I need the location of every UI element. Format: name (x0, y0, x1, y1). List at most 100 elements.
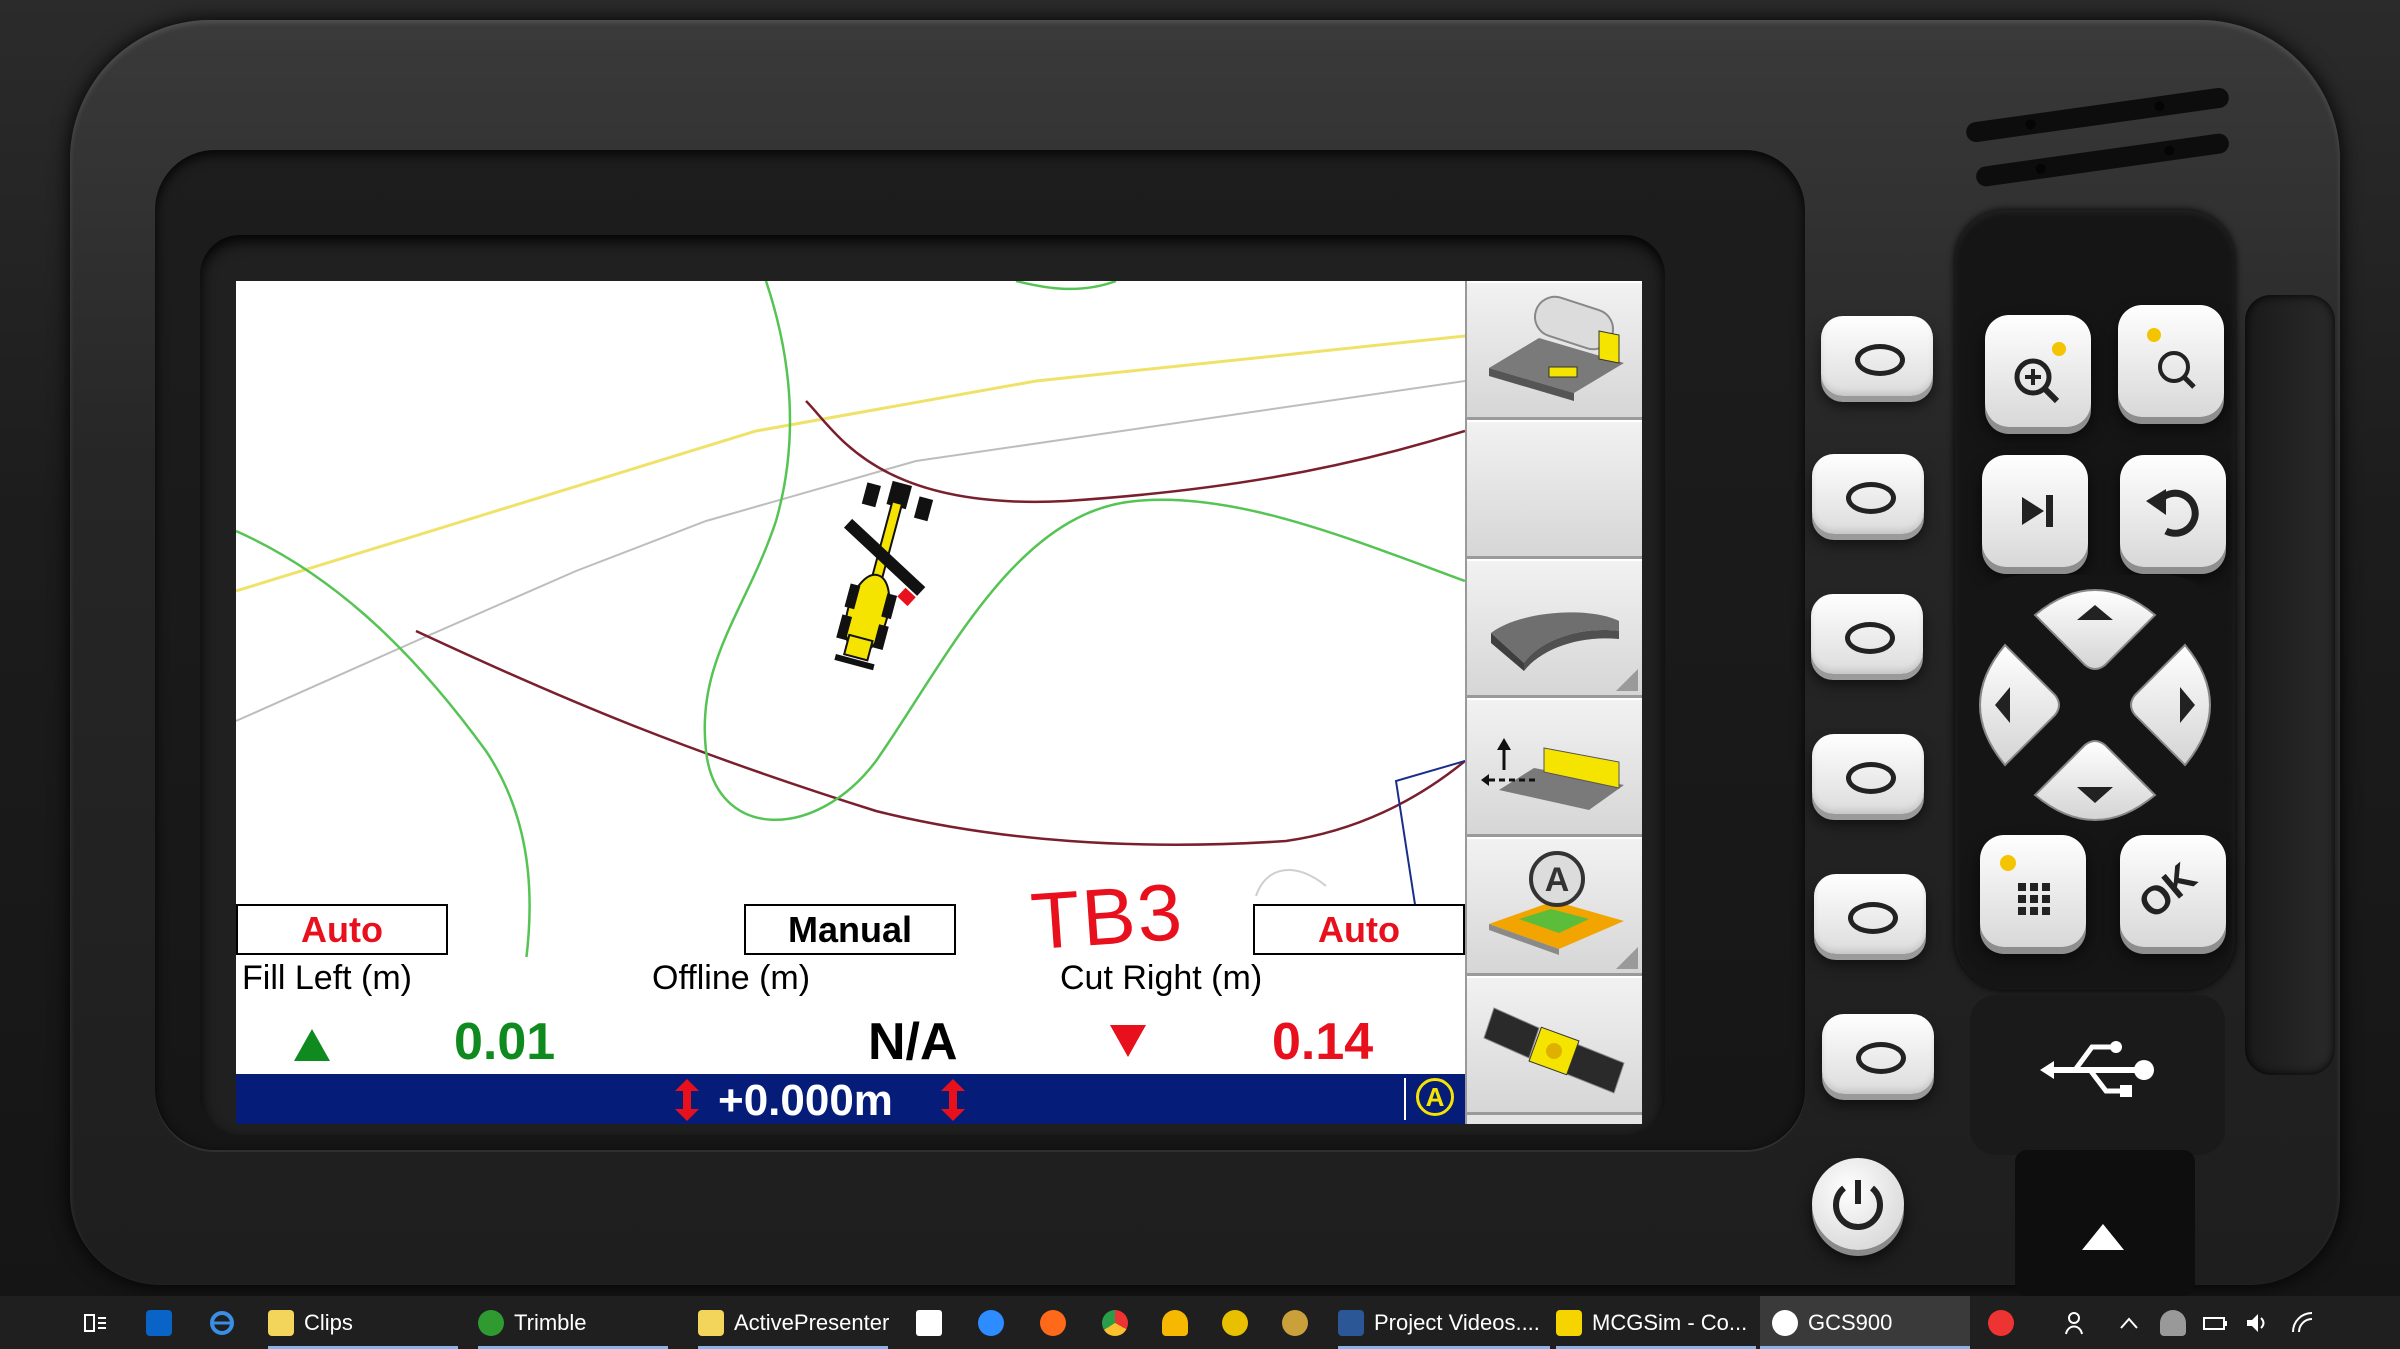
display-screen: Auto Manual TB3 Auto Fill Left (m) Offli… (236, 281, 1465, 1124)
people-icon[interactable] (2064, 1310, 2090, 1336)
app-ball-button[interactable] (1222, 1296, 1248, 1349)
taskbar-item-activepresenter[interactable]: ActivePresenter (698, 1296, 890, 1349)
fill-up-arrow-icon (294, 1029, 330, 1061)
keypad-icon (2000, 855, 2050, 915)
offline-value: N/A (868, 1013, 958, 1071)
edge-button[interactable] (208, 1296, 236, 1349)
offline-label: Offline (m) (652, 959, 811, 997)
app-hat-button[interactable] (1162, 1296, 1188, 1349)
power-icon (1833, 1180, 1883, 1230)
softkey-oval-icon (1848, 902, 1898, 934)
offset-button[interactable] (1467, 698, 1642, 837)
surface-view-icon (1491, 612, 1619, 671)
hardhat-icon (1162, 1309, 1188, 1336)
zoom-in-button[interactable] (1985, 315, 2091, 427)
zoom-app-icon (978, 1309, 1004, 1336)
gcs900-icon (1772, 1309, 1798, 1336)
auto-badge-icon: A (1416, 1078, 1454, 1116)
taskbar-label-activepresenter: ActivePresenter (734, 1309, 890, 1335)
softkey-4-button[interactable] (1812, 734, 1924, 814)
chevron-up-icon[interactable] (2116, 1310, 2142, 1336)
taskbar-item-trimble[interactable]: Trimble (478, 1296, 668, 1349)
trimble-icon (478, 1309, 504, 1336)
softkey-2-button[interactable] (1812, 454, 1924, 534)
center-mode-box[interactable]: Manual (744, 904, 956, 955)
yellow-design-line (236, 334, 1465, 593)
windows-taskbar: Clips Trimble ActivePresenter Project Vi… (0, 1296, 2400, 1349)
auto-surface-icon: A (1489, 851, 1624, 955)
blank-softkey[interactable] (1467, 420, 1642, 559)
eject-button[interactable] (2015, 1150, 2195, 1296)
undo-button[interactable] (2120, 455, 2226, 567)
taskbar-item-project-videos[interactable]: Project Videos.... (1338, 1296, 1550, 1349)
overlay-label: TB3 (1028, 866, 1187, 967)
blade-view-icon (1489, 295, 1624, 401)
softkey-oval-icon (1855, 344, 1905, 376)
machine-grader-icon (834, 480, 934, 671)
blade-view-button[interactable] (1467, 281, 1642, 420)
zoom-app-button[interactable] (978, 1296, 1004, 1349)
green-contour-loop (703, 281, 1465, 821)
power-button[interactable] (1812, 1158, 1904, 1250)
softkey-oval-icon (1845, 622, 1895, 654)
firefox-button[interactable] (1040, 1296, 1066, 1349)
softkey-oval-icon (1856, 1042, 1906, 1074)
left-mode-box[interactable]: Auto (236, 904, 448, 955)
keypad-button[interactable] (1980, 835, 2086, 947)
right-mode-box[interactable]: Auto (1253, 904, 1465, 955)
satellite-button[interactable] (1467, 976, 1642, 1115)
softkey-3-button[interactable] (1811, 594, 1923, 674)
app-ball-icon (1222, 1309, 1248, 1336)
zoom-out-button[interactable] (2118, 305, 2224, 417)
height-value: +0.000m (718, 1076, 893, 1124)
outlook-icon (146, 1309, 172, 1336)
undo-icon (2146, 489, 2199, 537)
softkey-6-button[interactable] (1822, 1014, 1934, 1094)
app-disc-button[interactable] (1282, 1296, 1308, 1349)
wifi-icon[interactable] (2290, 1310, 2316, 1336)
blue-line (1394, 760, 1465, 912)
taskbar-label-mcgsim: MCGSim - Co... (1592, 1309, 1748, 1335)
softkey-1-button[interactable] (1821, 316, 1933, 396)
taskbar-item-gcs900[interactable]: GCS900 (1760, 1296, 1970, 1349)
fill-left-value: 0.01 (454, 1013, 556, 1071)
readout-panel: Fill Left (m) Offline (m) Cut Right (m) … (236, 957, 1465, 1074)
network-drive-icon[interactable] (2160, 1310, 2186, 1336)
chrome-button[interactable] (1102, 1296, 1128, 1349)
folder-icon (268, 1309, 294, 1336)
satellite-icon (1483, 1007, 1625, 1094)
record-icon[interactable] (1988, 1310, 2014, 1336)
height-arrow-left-icon (675, 1079, 699, 1121)
fill-left-label: Fill Left (m) (242, 959, 412, 997)
task-view-icon (84, 1313, 106, 1332)
app-disc-icon (1282, 1309, 1308, 1336)
auto-surface-button[interactable]: A (1467, 837, 1642, 976)
outlook-button[interactable] (146, 1296, 172, 1349)
surface-view-button[interactable] (1467, 559, 1642, 698)
status-divider (1404, 1078, 1406, 1120)
taskbar-item-clips[interactable]: Clips (268, 1296, 458, 1349)
taskbar-label-trimble: Trimble (514, 1309, 587, 1335)
eject-icon (2082, 1224, 2124, 1250)
task-view-button[interactable] (82, 1296, 108, 1349)
battery-icon[interactable] (2202, 1310, 2228, 1336)
zoom-out-icon (2147, 328, 2196, 389)
cut-right-value: 0.14 (1272, 1013, 1374, 1071)
word-icon (1338, 1309, 1364, 1336)
mcgsim-icon (1556, 1309, 1582, 1336)
volume-icon[interactable] (2244, 1310, 2270, 1336)
softkey-oval-icon (1846, 762, 1896, 794)
ok-button[interactable]: OK (2120, 835, 2226, 947)
screen-toolbar: A (1465, 281, 1642, 1124)
firefox-icon (1040, 1309, 1066, 1336)
skip-icon (2022, 495, 2053, 527)
svg-text:A: A (1545, 861, 1570, 899)
skip-button[interactable] (1982, 455, 2088, 567)
zoom-in-icon (2014, 342, 2066, 404)
store-button[interactable] (916, 1296, 942, 1349)
chrome-icon (1102, 1309, 1128, 1336)
softkey-5-button[interactable] (1814, 874, 1926, 954)
taskbar-item-mcgsim[interactable]: MCGSim - Co... (1556, 1296, 1756, 1349)
submenu-corner-icon (1616, 669, 1638, 691)
taskbar-label-clips: Clips (304, 1309, 353, 1335)
